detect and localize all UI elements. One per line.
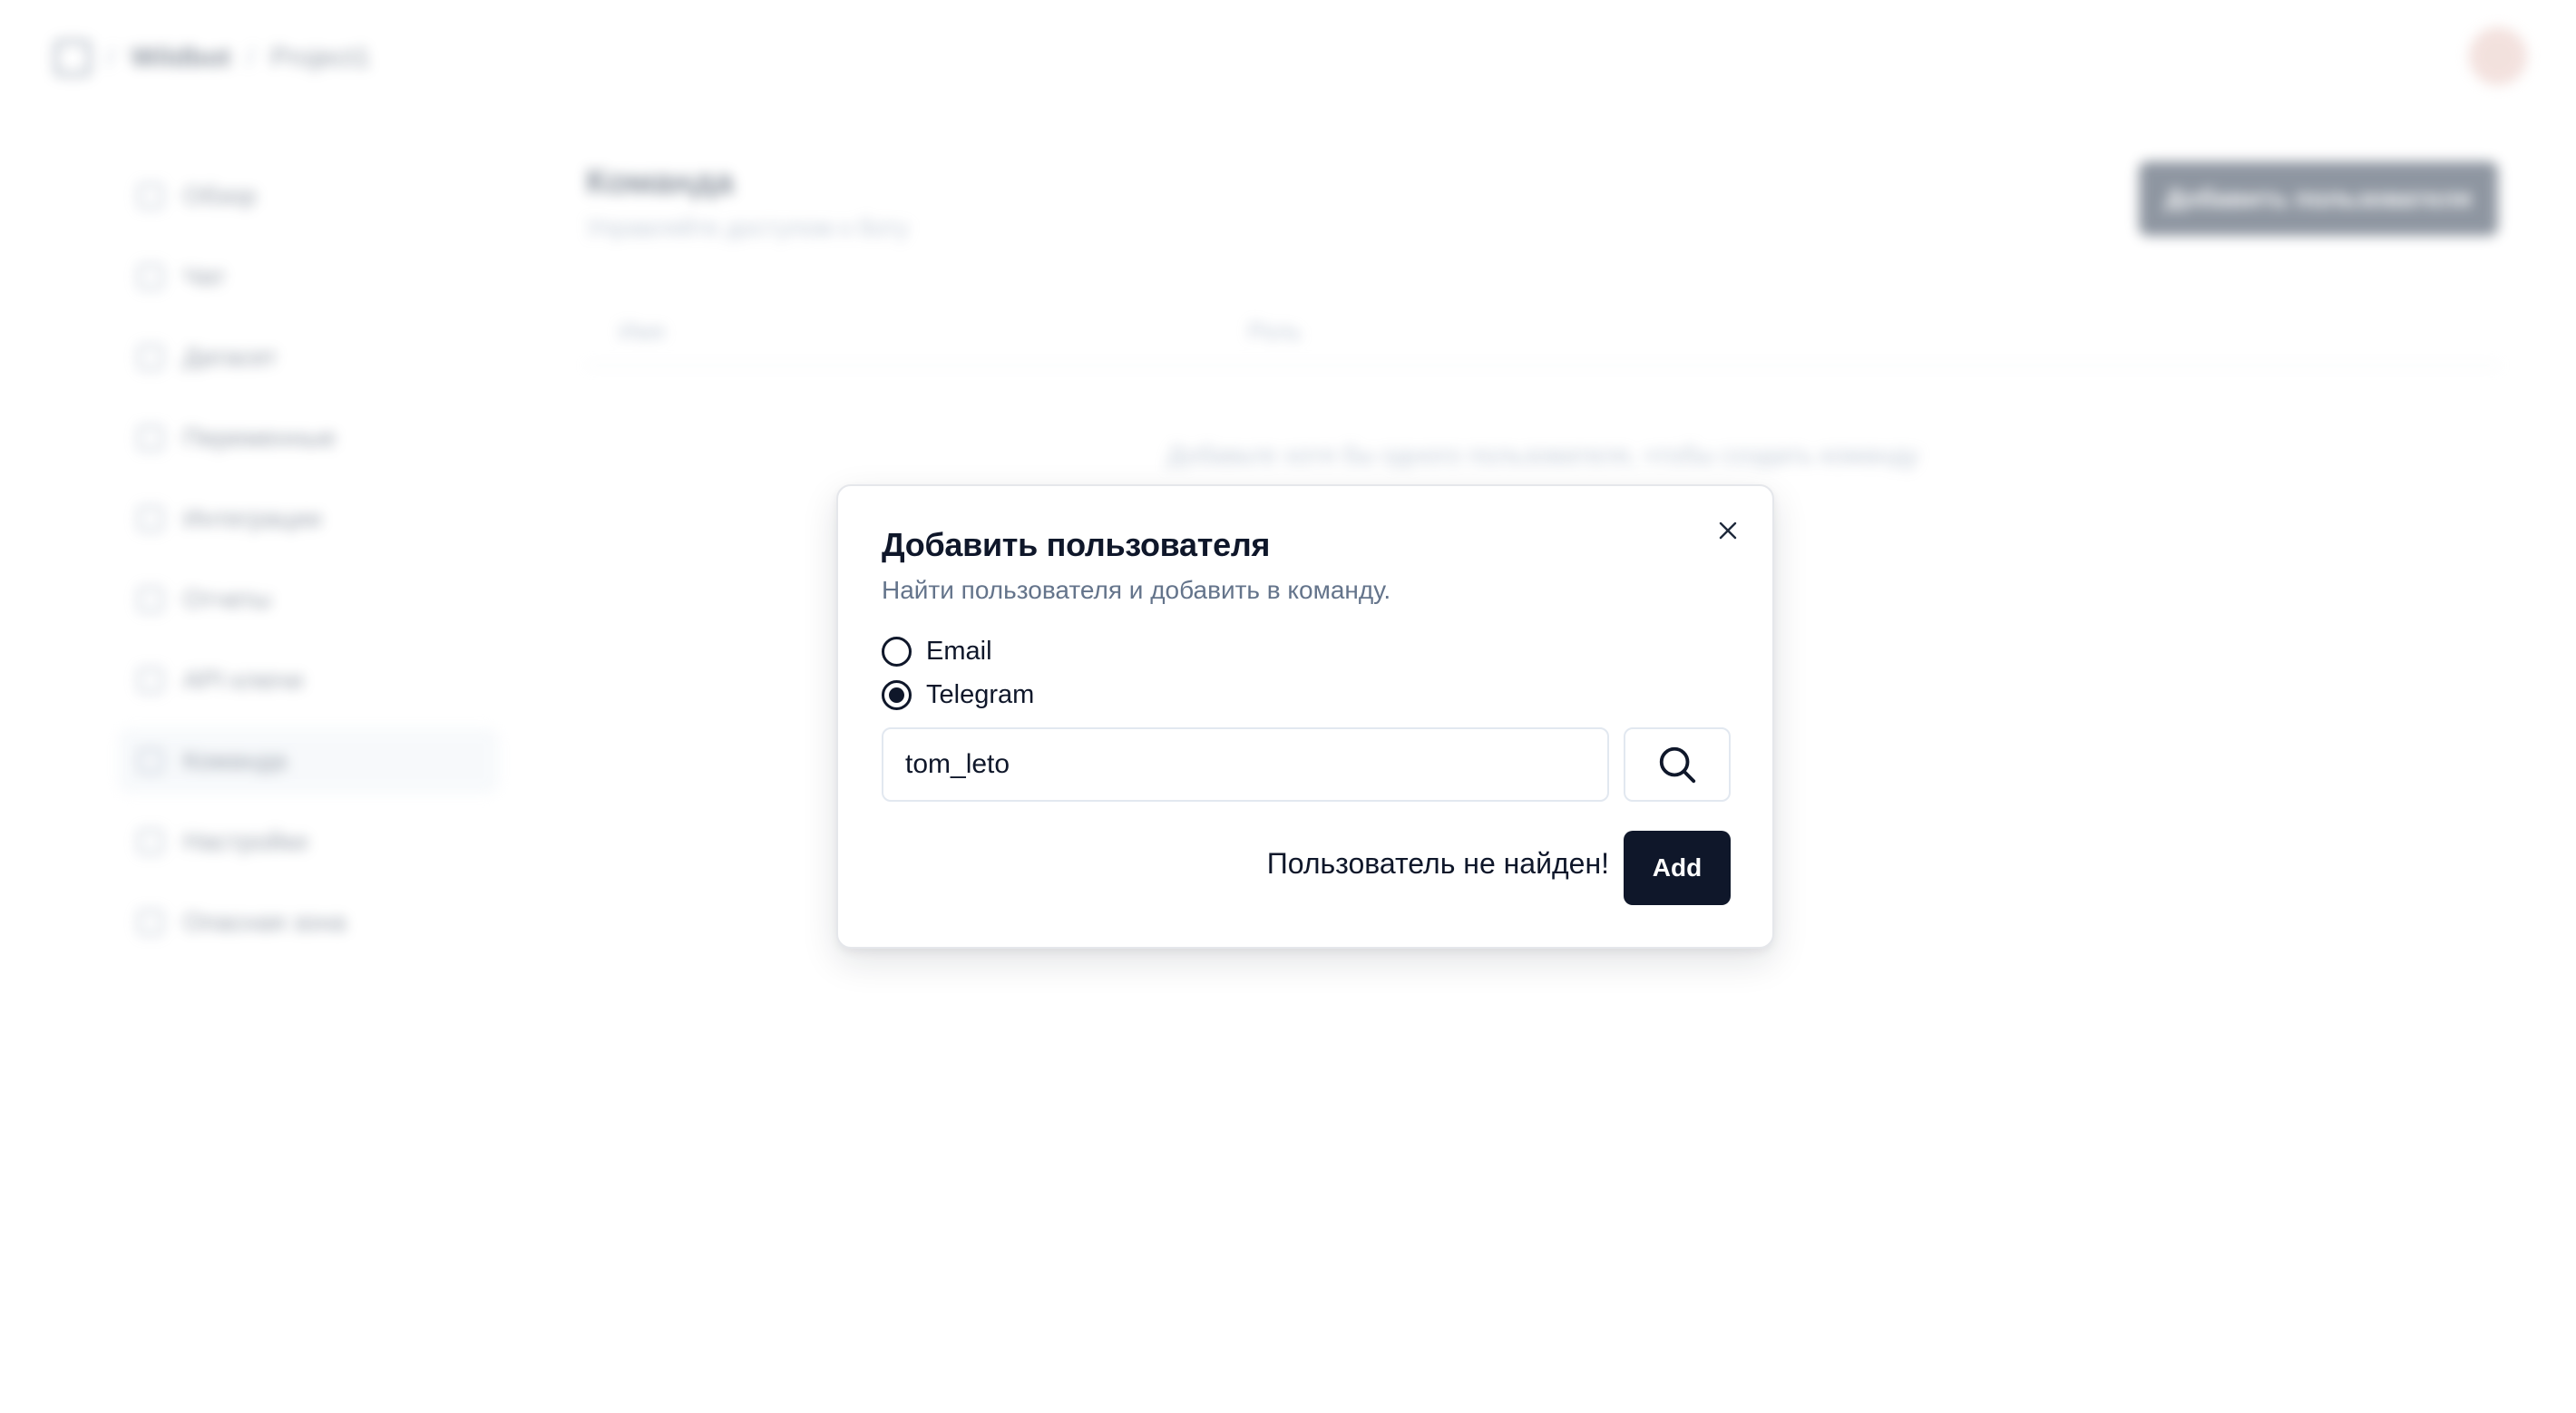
breadcrumb-org[interactable]: Wildbot [131,43,230,73]
sidebar-item-api-keys[interactable]: API ключи [118,648,499,713]
sidebar-item-integrations[interactable]: Интеграции [118,486,499,551]
sidebar-item-variables[interactable]: Переменные [118,405,499,471]
dialog-title: Добавить пользователя [882,526,1271,563]
search-icon [1659,746,1696,784]
topbar: / Wildbot / Project1 [54,33,370,83]
sidebar: Обзор Чат Датасет Переменные Интеграции … [118,163,499,970]
breadcrumb-project[interactable]: Project1 [270,43,370,73]
sidebar-item-label: Команда [183,746,288,775]
team-icon [138,748,163,774]
close-button[interactable] [1707,510,1749,551]
page-title: Команда [586,163,734,201]
radio-button-telegram[interactable] [882,680,912,710]
dataset-icon [138,345,163,370]
chat-icon [138,264,163,289]
radio-option-telegram[interactable]: Telegram [882,680,1034,710]
add-button[interactable]: Add [1624,831,1731,905]
radio-button-email[interactable] [882,637,912,667]
radio-option-email[interactable]: Email [882,637,992,667]
sidebar-item-reports[interactable]: Отчеты [118,567,499,632]
plug-icon [138,506,163,531]
dialog-description: Найти пользователя и добавить в команду. [882,576,1391,604]
search-input[interactable] [882,727,1609,802]
add-user-dialog: Добавить пользователя Найти пользователя… [836,484,1774,949]
table-header: Имя Роль [586,299,2500,366]
sidebar-item-label: Интеграции [183,504,322,532]
warning-icon [138,910,163,935]
empty-state-message: Добавьте хотя бы одного пользователя, чт… [1166,441,1919,469]
column-header-role: Роль [1248,317,1302,345]
key-icon [138,668,163,693]
sidebar-item-overview[interactable]: Обзор [118,163,499,229]
search-button[interactable] [1624,727,1731,802]
avatar[interactable] [2469,27,2527,85]
breadcrumb-separator: / [107,43,115,73]
sparkle-icon [138,183,163,209]
status-message: Пользователь не найден! [1266,847,1609,880]
add-user-button[interactable]: Добавить пользователя [2139,161,2498,236]
sidebar-item-label: Настройки [183,827,308,855]
report-icon [138,587,163,612]
sidebar-item-label: Опасная зона [183,908,346,936]
sidebar-item-settings[interactable]: Настройки [118,809,499,874]
radio-label-telegram: Telegram [926,680,1035,709]
settings-icon [138,829,163,854]
column-header-name: Имя [619,317,665,345]
sidebar-item-label: Отчеты [183,585,271,613]
page-subtitle: Управляйте доступом к боту [586,214,909,241]
sidebar-item-team[interactable]: Команда [118,728,499,794]
radio-label-email: Email [926,637,992,666]
variables-icon [138,425,163,451]
close-icon [1719,521,1737,540]
sidebar-item-label: Чат [183,262,226,290]
sidebar-item-chat[interactable]: Чат [118,244,499,309]
sidebar-item-label: Переменные [183,424,337,452]
sidebar-item-label: Датасет [183,343,278,371]
breadcrumb-separator: / [247,43,255,73]
radio-selected-dot [889,687,904,703]
sidebar-item-danger-zone[interactable]: Опасная зона [118,890,499,955]
sidebar-item-dataset[interactable]: Датасет [118,325,499,390]
sidebar-item-label: API ключи [183,666,304,694]
app-logo-icon[interactable] [54,40,91,76]
sidebar-item-label: Обзор [183,181,257,210]
